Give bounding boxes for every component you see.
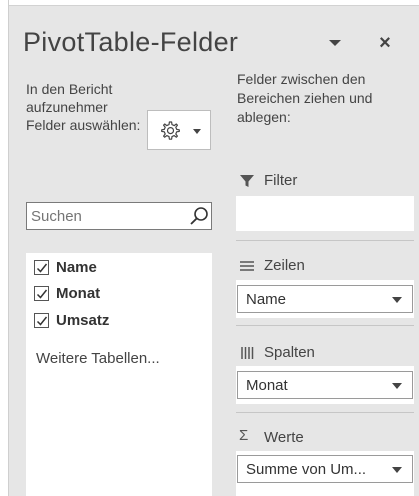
columns-field-chip[interactable]: Monat xyxy=(237,371,413,399)
rows-icon xyxy=(240,261,254,271)
field-label: Umsatz xyxy=(56,312,110,329)
search-icon[interactable] xyxy=(189,206,209,226)
field-list-description: In den Bericht aufzunehmer Felder auswäh… xyxy=(26,81,141,133)
checkmark-icon xyxy=(36,263,48,273)
close-icon[interactable]: × xyxy=(375,33,395,53)
chevron-down-icon[interactable] xyxy=(392,467,402,473)
filter-icon xyxy=(240,175,254,187)
field-search-box[interactable] xyxy=(26,202,212,230)
more-tables-link[interactable]: Weitere Tabellen... xyxy=(36,350,160,367)
columns-area-label: Spalten xyxy=(264,344,315,361)
divider xyxy=(236,240,414,241)
rows-field-label: Name xyxy=(246,291,287,308)
checkbox-name[interactable] xyxy=(34,260,49,275)
field-label: Name xyxy=(56,259,97,276)
pane-options-icon[interactable] xyxy=(327,37,343,49)
areas-description: Felder zwischen den Bereichen ziehen und… xyxy=(237,71,373,125)
gear-icon xyxy=(161,121,180,140)
chevron-down-icon[interactable] xyxy=(392,383,402,389)
chevron-down-icon[interactable] xyxy=(392,297,402,303)
checkbox-monat[interactable] xyxy=(34,286,49,301)
sigma-icon: Σ xyxy=(239,427,249,444)
filter-area-label: Filter xyxy=(264,172,298,189)
field-label: Monat xyxy=(56,285,101,302)
field-list: Name Monat Umsatz Weitere Tabellen... xyxy=(26,253,212,496)
values-field-label: Summe von Um... xyxy=(246,461,367,478)
checkmark-icon xyxy=(36,316,48,326)
chevron-down-icon xyxy=(193,129,201,134)
filter-drop-zone[interactable] xyxy=(236,196,414,231)
columns-icon xyxy=(241,347,254,359)
tools-button[interactable] xyxy=(147,110,211,150)
divider xyxy=(236,412,414,413)
search-input[interactable] xyxy=(27,203,183,229)
checkmark-icon xyxy=(36,289,48,299)
rows-area-label: Zeilen xyxy=(264,257,305,274)
rows-field-chip[interactable]: Name xyxy=(237,285,413,313)
checkbox-umsatz[interactable] xyxy=(34,313,49,328)
values-field-chip[interactable]: Summe von Um... xyxy=(237,455,413,483)
values-area-label: Werte xyxy=(264,429,304,446)
divider xyxy=(236,325,414,326)
top-edge xyxy=(9,0,419,6)
columns-field-label: Monat xyxy=(246,377,288,394)
pane-title: PivotTable-Felder xyxy=(23,27,239,57)
pivottable-fields-pane: PivotTable-Felder × In den Bericht aufzu… xyxy=(8,0,419,496)
